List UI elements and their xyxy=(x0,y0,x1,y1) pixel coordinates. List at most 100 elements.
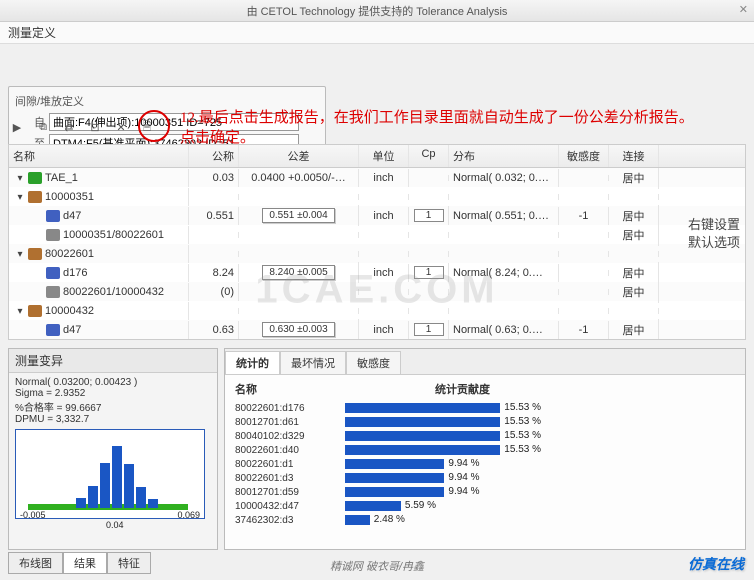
contrib-hdr-name: 名称 xyxy=(235,381,345,397)
stat-line-1: Sigma = 2.9352 xyxy=(15,388,211,399)
contrib-row: 37462302:d32.48 % xyxy=(235,513,735,527)
histogram: -0.005 0.04 0.069 xyxy=(15,429,205,519)
contrib-name: 10000432:d47 xyxy=(235,501,345,512)
expand-icon[interactable]: ▾ xyxy=(15,249,25,259)
contrib-name: 80040102:d329 xyxy=(235,431,345,442)
contribution-table: 名称 统计贡献度 80022601:d17615.53 %80012701:d6… xyxy=(225,375,745,533)
hdr-unit[interactable]: 单位 xyxy=(359,145,409,167)
hdr-cp[interactable]: Cp xyxy=(409,145,449,167)
tick-right: 0.069 xyxy=(177,510,200,520)
table-row[interactable]: d470.5510.551 ±0.004inch1Normal( 0.551; … xyxy=(9,206,745,225)
dim-icon xyxy=(46,267,60,279)
table-row[interactable]: ▾80022601 xyxy=(9,244,745,263)
stats-tabs: 统计的 最坏情况 敏感度 xyxy=(225,349,745,375)
tab-sens[interactable]: 敏感度 xyxy=(346,351,401,374)
hdr-tol[interactable]: 公差 xyxy=(239,145,359,167)
contrib-row: 80022601:d176 15.53 % xyxy=(235,401,735,415)
table-row[interactable]: d470.630.630 ±0.003inch1Normal( 0.63; 0.… xyxy=(9,320,745,339)
add-icon[interactable]: ⧉ xyxy=(34,118,52,136)
expand-icon[interactable] xyxy=(33,268,43,278)
node-icon[interactable]: ⊡ xyxy=(86,118,104,136)
part-exp-icon xyxy=(28,305,42,317)
contrib-name: 80022601:d176 xyxy=(235,403,345,414)
row-name: 10000351 xyxy=(45,191,94,203)
hdr-nom[interactable]: 公称 xyxy=(189,145,239,167)
contrib-name: 80022601:d1 xyxy=(235,459,345,470)
delete-icon[interactable]: ✕ xyxy=(112,118,130,136)
tab-result[interactable]: 结果 xyxy=(63,552,107,574)
contrib-bar xyxy=(345,487,444,497)
main-grid: 名称 公称 公差 单位 Cp 分布 敏感度 连接 ▾TAE_10.030.040… xyxy=(8,144,746,340)
pointer-icon[interactable]: ▶ xyxy=(8,118,26,136)
link-icon[interactable]: ⇄ xyxy=(60,118,78,136)
expand-icon[interactable]: ▾ xyxy=(15,192,25,202)
contrib-bar xyxy=(345,403,500,413)
tolerance-box[interactable]: 8.240 ±0.005 xyxy=(262,265,334,280)
toolbar: ▶ ⧉ ⇄ ⊡ ✕ 🗎 xyxy=(8,118,156,136)
close-icon[interactable]: ✕ xyxy=(739,3,748,16)
table-row[interactable]: ▾ 10000351 xyxy=(9,187,745,206)
contrib-row: 80022601:d4015.53 % xyxy=(235,443,735,457)
contrib-row: 80012701:d6115.53 % xyxy=(235,415,735,429)
expand-icon[interactable] xyxy=(33,230,43,240)
variation-title: 测量变异 xyxy=(9,349,217,373)
window-titlebar: 由 CETOL Technology 提供支持的 Tolerance Analy… xyxy=(0,0,754,22)
table-row[interactable]: ▾ 10000432 xyxy=(9,301,745,320)
contrib-value: 15.53 % xyxy=(504,430,541,441)
row-name: d47 xyxy=(63,210,81,222)
stats-pane: 统计的 最坏情况 敏感度 名称 统计贡献度 80022601:d17615.53… xyxy=(224,348,746,550)
contrib-bar xyxy=(345,473,444,483)
expand-icon[interactable]: ▾ xyxy=(15,306,25,316)
row-name: TAE_1 xyxy=(45,172,78,184)
contrib-value: 9.94 % xyxy=(448,458,479,469)
link-icon xyxy=(46,286,60,298)
measure-icon xyxy=(28,172,42,184)
cp-box[interactable]: 1 xyxy=(414,266,444,279)
tab-worst[interactable]: 最坏情况 xyxy=(280,351,346,374)
contrib-bar xyxy=(345,459,444,469)
report-icon[interactable]: 🗎 xyxy=(138,118,156,136)
expand-icon[interactable] xyxy=(33,211,43,221)
hdr-conn[interactable]: 连接 xyxy=(609,145,659,167)
expand-icon[interactable]: ▾ xyxy=(15,173,25,183)
brand-watermark: 仿真在线 xyxy=(688,554,744,574)
contrib-bar xyxy=(345,515,370,525)
hdr-dist[interactable]: 分布 xyxy=(449,145,559,167)
grid-body[interactable]: ▾TAE_10.030.0400 +0.0050/-…inchNormal( 0… xyxy=(9,168,745,339)
row-name: 10000351/80022601 xyxy=(63,229,164,241)
table-row[interactable]: 10000351/80022601居中 xyxy=(9,225,745,244)
side-annotation: 右键设置默认选项 xyxy=(688,216,752,252)
link-icon xyxy=(46,229,60,241)
cp-box[interactable]: 1 xyxy=(414,209,444,222)
tick-center: 0.04 xyxy=(106,520,124,530)
panel-title: 测量定义 xyxy=(0,22,754,44)
stat-line-0: Normal( 0.03200; 0.00423 ) xyxy=(15,377,211,388)
contrib-name: 80022601:d40 xyxy=(235,445,345,456)
part-exp-icon xyxy=(28,248,42,260)
tolerance-box[interactable]: 0.551 ±0.004 xyxy=(262,208,334,223)
expand-icon[interactable] xyxy=(33,287,43,297)
variation-pane: 测量变异 Normal( 0.03200; 0.00423 ) Sigma = … xyxy=(8,348,218,550)
footer-credits: 精诚网 破衣哥/冉鑫 xyxy=(330,558,424,574)
expand-icon[interactable] xyxy=(33,325,43,335)
hdr-name[interactable]: 名称 xyxy=(9,145,189,167)
contrib-row: 80022601:d1 9.94 % xyxy=(235,457,735,471)
contrib-name: 37462302:d3 xyxy=(235,515,345,526)
tab-stat[interactable]: 统计的 xyxy=(225,351,280,374)
contrib-name: 80022601:d3 xyxy=(235,473,345,484)
stat-line-3: DPMU = 3,332.7 xyxy=(15,414,211,425)
contrib-bar xyxy=(345,445,500,455)
table-row[interactable]: d1768.248.240 ±0.005inch1Normal( 8.24; 0… xyxy=(9,263,745,282)
tolerance-box[interactable]: 0.630 ±0.003 xyxy=(262,322,334,337)
hdr-sens[interactable]: 敏感度 xyxy=(559,145,609,167)
row-name: 10000432 xyxy=(45,305,94,317)
contrib-bar xyxy=(345,417,500,427)
tab-feature[interactable]: 特征 xyxy=(107,552,151,574)
tab-layout[interactable]: 布线图 xyxy=(8,552,63,574)
contrib-value: 15.53 % xyxy=(504,416,541,427)
contrib-row: 80040102:d329 15.53 % xyxy=(235,429,735,443)
cp-box[interactable]: 1 xyxy=(414,323,444,336)
table-row[interactable]: 80022601/10000432(0)居中 xyxy=(9,282,745,301)
table-row[interactable]: ▾TAE_10.030.0400 +0.0050/-…inchNormal( 0… xyxy=(9,168,745,187)
contrib-value: 15.53 % xyxy=(504,402,541,413)
